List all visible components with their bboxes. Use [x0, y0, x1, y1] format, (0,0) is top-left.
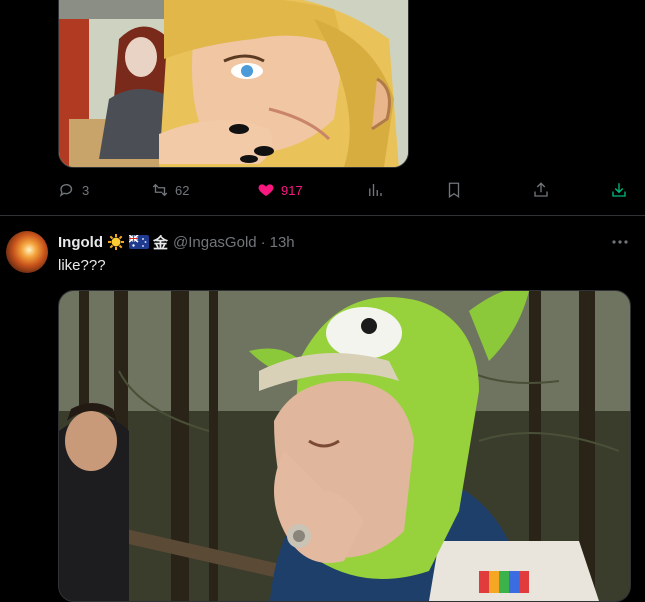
retweet-count: 62 — [175, 182, 190, 198]
tweet2-media-image[interactable] — [58, 290, 631, 602]
tweet1-media-image[interactable] — [58, 0, 409, 168]
analytics-button[interactable] — [366, 181, 384, 199]
tweet-text: like??? — [58, 257, 106, 274]
tweet1-action-bar: 3 62 917 — [58, 181, 638, 203]
author-badge-char: 金 — [153, 234, 169, 252]
retweet-button[interactable]: 62 — [151, 181, 189, 199]
author-handle[interactable]: @IngasGold — [173, 234, 257, 251]
share-button[interactable] — [532, 181, 550, 199]
bookmark-icon — [448, 182, 460, 199]
reply-count: 3 — [82, 182, 90, 198]
share-icon — [534, 182, 548, 197]
analytics-icon — [369, 184, 382, 196]
retweet-icon — [152, 183, 168, 197]
download-button[interactable] — [610, 181, 628, 199]
bookmark-button[interactable] — [445, 181, 463, 199]
sun-emoji — [107, 233, 125, 251]
heart-icon — [258, 184, 274, 196]
separator: · — [260, 233, 266, 251]
australia-flag-emoji — [129, 235, 149, 249]
more-button[interactable] — [608, 232, 632, 252]
download-icon — [612, 183, 626, 197]
tweet2-header: Ingold 金 @IngasGold · 13h — [58, 232, 295, 252]
tweet-divider — [0, 215, 645, 216]
timestamp[interactable]: 13h — [270, 234, 295, 251]
like-button[interactable]: 917 — [257, 181, 303, 199]
avatar[interactable] — [6, 231, 48, 273]
author-name[interactable]: Ingold — [58, 234, 103, 251]
more-icon — [612, 240, 628, 244]
reply-button[interactable]: 3 — [58, 181, 89, 199]
reply-icon — [59, 184, 73, 197]
like-count: 917 — [281, 182, 303, 198]
